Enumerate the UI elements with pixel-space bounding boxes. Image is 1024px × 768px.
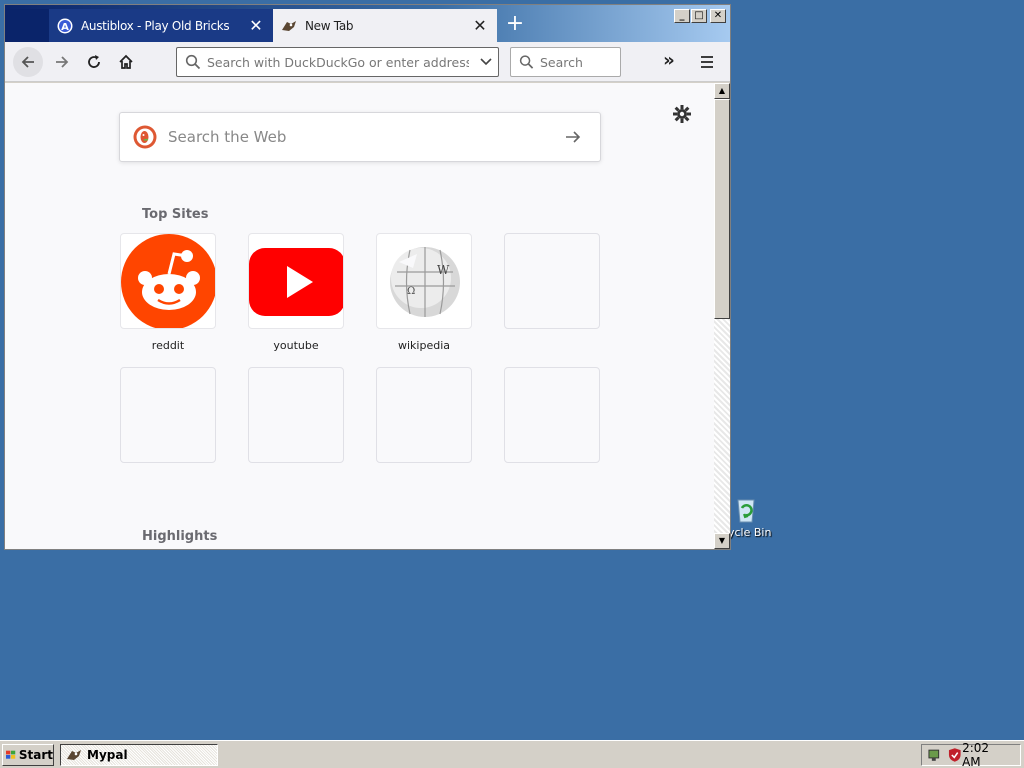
address-input[interactable]	[207, 54, 469, 70]
forward-button[interactable]	[47, 47, 77, 77]
system-tray: 2:02 AM	[921, 741, 1021, 768]
empty-top-site-tile[interactable]	[248, 367, 344, 463]
taskbar: Start Mypal 2:02 AM	[0, 740, 1024, 768]
search-icon	[519, 55, 534, 69]
search-input[interactable]	[540, 54, 620, 70]
arrow-right-icon[interactable]	[558, 122, 588, 152]
recycle-bin-label: ycle Bin	[728, 526, 772, 539]
recycle-bin-desktop-icon[interactable]: ycle Bin	[728, 494, 788, 539]
top-site-tile-youtube[interactable]	[248, 233, 344, 329]
top-site-label: reddit	[151, 339, 185, 352]
scroll-up-button[interactable]: ▲	[714, 83, 730, 99]
reload-icon	[88, 55, 100, 68]
reload-button[interactable]	[79, 47, 109, 77]
svg-text:A: A	[61, 22, 69, 33]
mypal-favicon-icon	[281, 18, 297, 34]
start-label: Start	[18, 748, 53, 762]
empty-top-site-tile[interactable]	[504, 367, 600, 463]
taskbar-item-mypal[interactable]: Mypal	[60, 744, 218, 766]
close-tab-icon[interactable]: ✕	[469, 15, 491, 37]
windows-logo-icon	[6, 750, 16, 759]
start-button[interactable]: Start	[2, 744, 54, 766]
network-icon[interactable]	[927, 747, 943, 763]
tab-new-tab[interactable]: New Tab ✕	[273, 9, 497, 42]
wikipedia-icon: W Ω	[390, 247, 460, 317]
gear-icon[interactable]	[671, 103, 693, 125]
close-tab-icon[interactable]: ✕	[245, 15, 267, 37]
forward-arrow-icon	[56, 56, 69, 68]
tab-strip-spacer	[9, 9, 49, 42]
tab-title: Austiblox - Play Old Bricks	[81, 18, 230, 33]
empty-top-site-tile[interactable]	[376, 367, 472, 463]
tab-austiblox[interactable]: A Austiblox - Play Old Bricks ✕	[49, 9, 273, 42]
top-site-label: wikipedia	[397, 339, 450, 352]
empty-top-site-tile[interactable]	[504, 233, 600, 329]
address-bar[interactable]	[176, 47, 499, 77]
hamburger-menu-icon	[701, 56, 713, 68]
shield-icon[interactable]	[947, 747, 963, 763]
top-site-tile-reddit[interactable]	[120, 233, 216, 329]
top-sites-heading: Top Sites	[142, 207, 209, 222]
vertical-scrollbar[interactable]: ▲ ▼	[714, 83, 730, 549]
tab-title: New Tab	[305, 18, 354, 33]
browser-window: A Austiblox - Play Old Bricks ✕ New Tab …	[4, 4, 731, 550]
duckduckgo-icon	[133, 125, 157, 149]
back-arrow-icon	[21, 56, 34, 68]
svg-text:Ω: Ω	[407, 286, 415, 297]
navigation-toolbar: »	[5, 42, 730, 82]
new-tab-page: Top Sites reddit youtube	[5, 83, 714, 549]
recycle-bin-icon	[732, 494, 760, 524]
search-icon	[185, 54, 201, 70]
taskbar-item-label: Mypal	[87, 748, 128, 762]
web-search-box[interactable]	[119, 112, 601, 162]
highlights-heading: Highlights	[142, 529, 218, 544]
overflow-chevron-button[interactable]: »	[657, 52, 681, 72]
youtube-icon	[249, 248, 343, 316]
chevron-down-icon[interactable]	[479, 57, 493, 67]
top-site-label: youtube	[273, 339, 319, 352]
new-tab-button[interactable]: +	[503, 13, 527, 37]
empty-top-site-tile[interactable]	[120, 367, 216, 463]
minimize-button[interactable]: _	[674, 9, 690, 23]
austiblox-favicon-icon: A	[57, 18, 73, 34]
clock[interactable]: 2:02 AM	[962, 741, 1010, 768]
home-button[interactable]	[111, 47, 141, 77]
reddit-icon	[121, 234, 215, 328]
top-site-tile-wikipedia[interactable]: W Ω	[376, 233, 472, 329]
scroll-thumb[interactable]	[714, 99, 730, 319]
hamburger-menu-button[interactable]	[695, 50, 719, 74]
maximize-button[interactable]: □	[691, 9, 707, 23]
svg-text:W: W	[437, 263, 450, 277]
scroll-down-button[interactable]: ▼	[714, 533, 730, 549]
home-icon	[119, 54, 133, 69]
mypal-icon	[67, 750, 81, 760]
tab-strip: A Austiblox - Play Old Bricks ✕ New Tab …	[5, 5, 730, 42]
search-bar[interactable]	[510, 47, 621, 77]
close-window-button[interactable]: ✕	[710, 9, 726, 23]
back-button[interactable]	[13, 47, 43, 77]
web-search-input[interactable]	[168, 128, 558, 146]
